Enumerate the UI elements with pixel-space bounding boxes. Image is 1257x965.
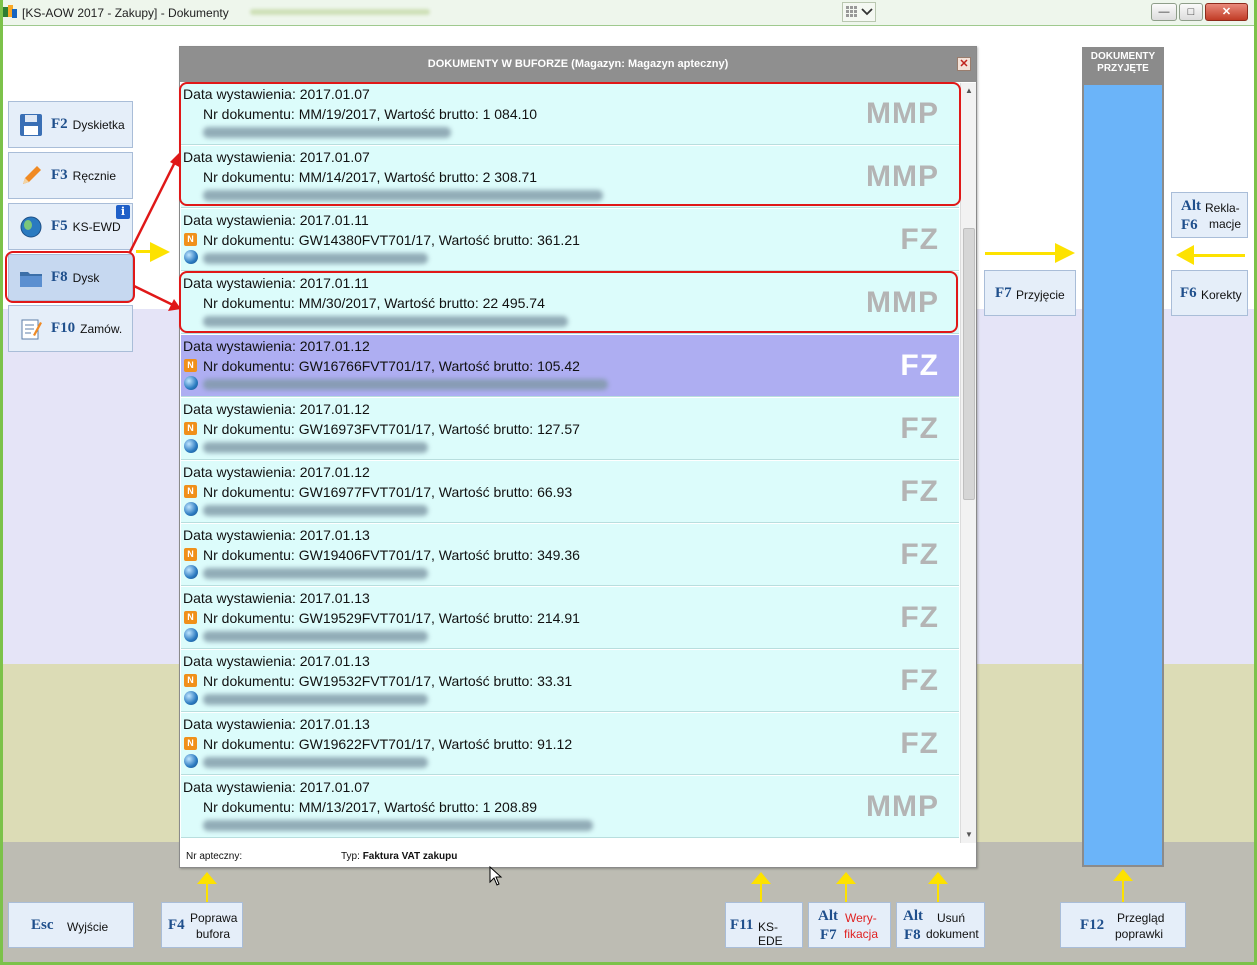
window-frame — [0, 0, 1257, 965]
